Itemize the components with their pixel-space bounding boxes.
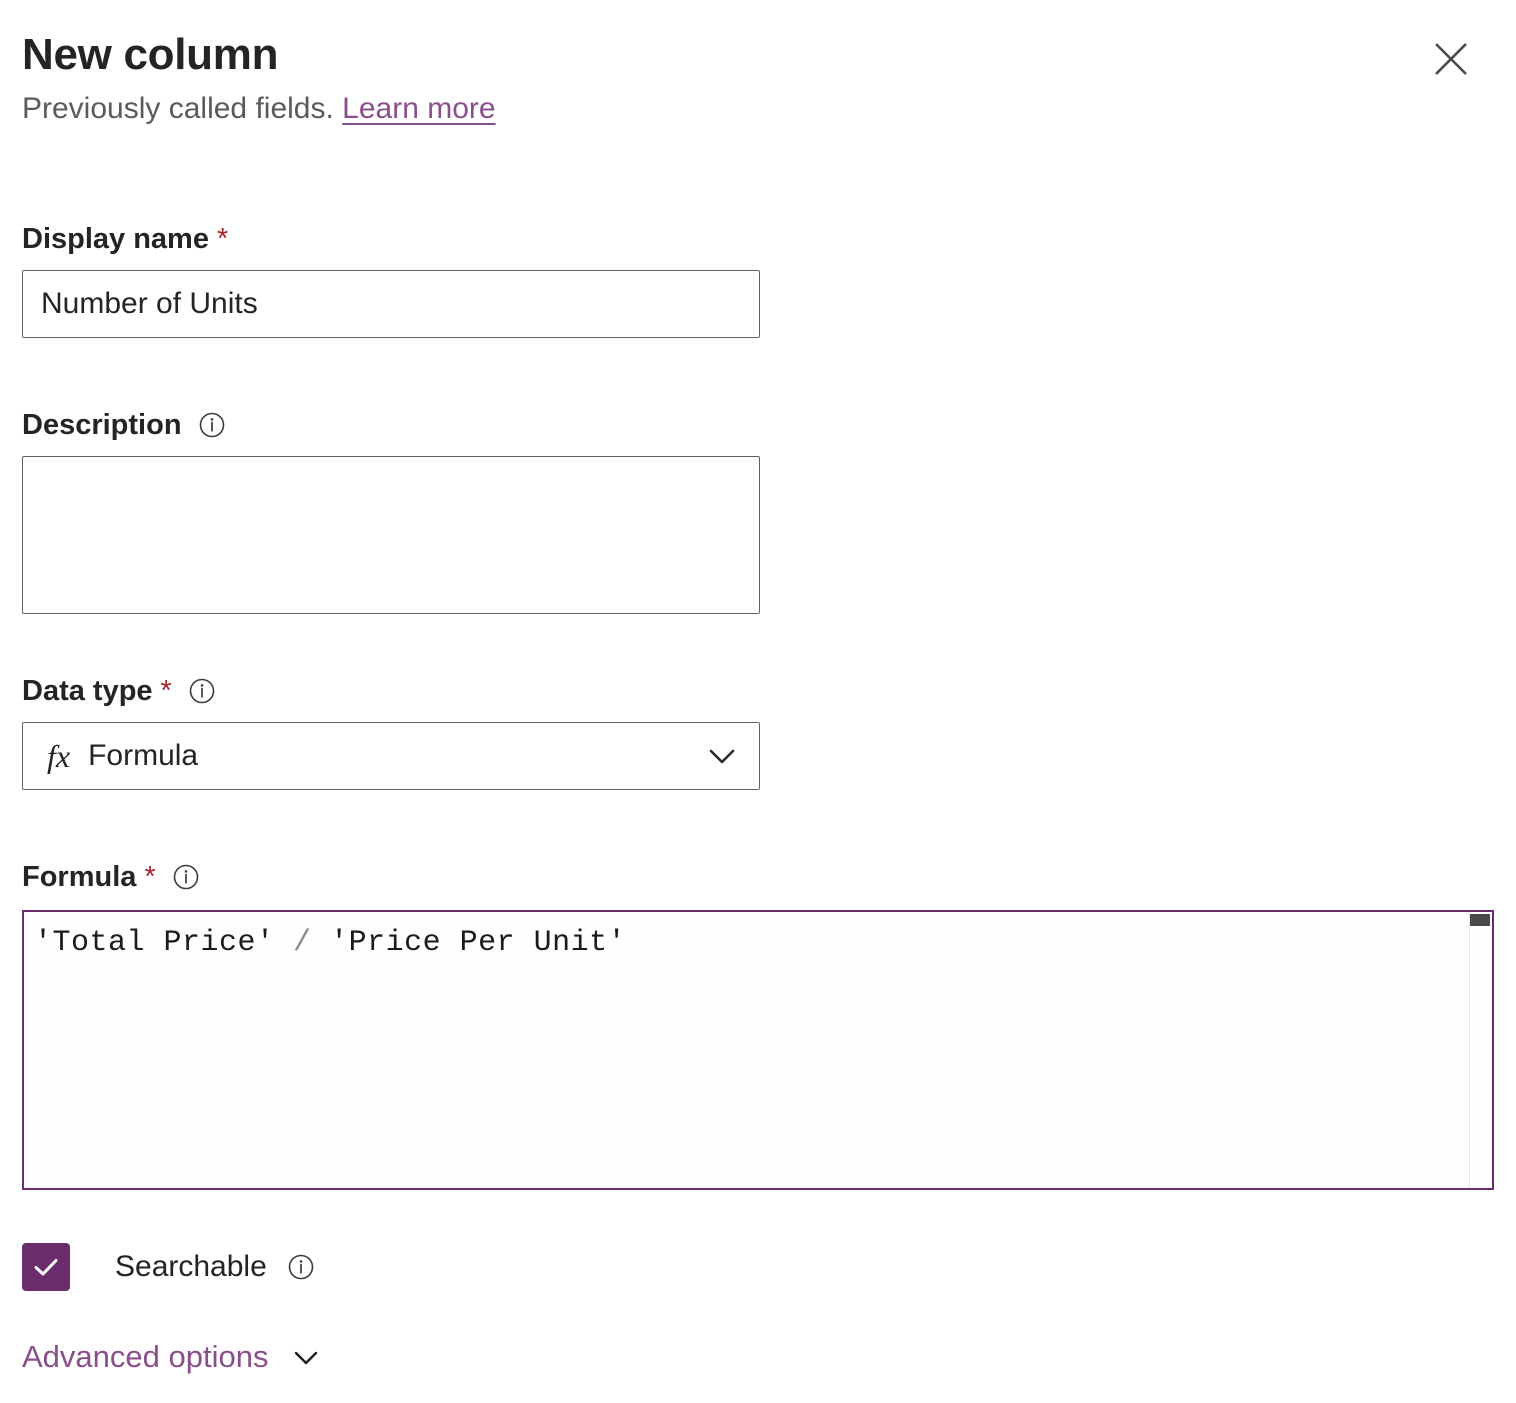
- data-type-dropdown[interactable]: fx Formula: [22, 722, 760, 790]
- close-icon: [1431, 39, 1471, 79]
- data-type-label: Data type *: [22, 674, 760, 708]
- required-asterisk: *: [217, 222, 228, 256]
- data-type-label-text: Data type: [22, 674, 153, 708]
- display-name-label-text: Display name: [22, 222, 209, 256]
- close-button[interactable]: [1420, 28, 1482, 90]
- description-textarea[interactable]: [22, 456, 760, 614]
- searchable-label: Searchable: [115, 1250, 267, 1284]
- formula-operator: /: [293, 926, 312, 960]
- display-name-label: Display name *: [22, 222, 760, 256]
- display-name-field-group: Display name *: [22, 222, 760, 338]
- formula-operand-2: 'Price Per Unit': [312, 926, 627, 960]
- formula-scrollbar-thumb[interactable]: [1470, 914, 1490, 926]
- info-icon[interactable]: [198, 411, 226, 439]
- required-asterisk: *: [161, 674, 172, 708]
- advanced-options-label: Advanced options: [22, 1337, 268, 1377]
- page-title: New column: [22, 26, 1494, 84]
- formula-label-text: Formula: [22, 860, 136, 894]
- chevron-down-icon: [288, 1339, 324, 1375]
- info-icon[interactable]: [188, 677, 216, 705]
- description-label: Description: [22, 408, 760, 442]
- advanced-options-toggle[interactable]: Advanced options: [22, 1337, 324, 1377]
- panel-subtitle: Previously called fields. Learn more: [22, 88, 1494, 130]
- panel-header: New column Previously called fields. Lea…: [22, 26, 1494, 130]
- data-type-field-group: Data type * fx Formula: [22, 674, 760, 790]
- learn-more-link[interactable]: Learn more: [342, 92, 495, 125]
- fx-icon: fx: [47, 740, 70, 772]
- display-name-input[interactable]: [22, 270, 760, 338]
- formula-editor[interactable]: 'Total Price' / 'Price Per Unit': [22, 910, 1494, 1190]
- formula-scrollbar-track[interactable]: [1469, 912, 1470, 1188]
- formula-operand-1: 'Total Price': [34, 926, 293, 960]
- subtitle-text: Previously called fields.: [22, 92, 334, 125]
- formula-label: Formula *: [22, 860, 200, 894]
- description-label-text: Description: [22, 408, 182, 442]
- formula-field-group: Formula *: [22, 860, 200, 908]
- info-icon[interactable]: [172, 863, 200, 891]
- new-column-panel: New column Previously called fields. Lea…: [0, 0, 1516, 1403]
- description-field-group: Description: [22, 408, 760, 619]
- data-type-selected-value: Formula: [88, 741, 701, 771]
- checkmark-icon: [30, 1251, 62, 1283]
- searchable-row: Searchable: [22, 1243, 315, 1291]
- formula-expression: 'Total Price' / 'Price Per Unit': [24, 912, 1492, 963]
- searchable-checkbox[interactable]: [22, 1243, 70, 1291]
- info-icon[interactable]: [287, 1253, 315, 1281]
- chevron-down-icon: [701, 735, 743, 777]
- required-asterisk: *: [144, 860, 155, 894]
